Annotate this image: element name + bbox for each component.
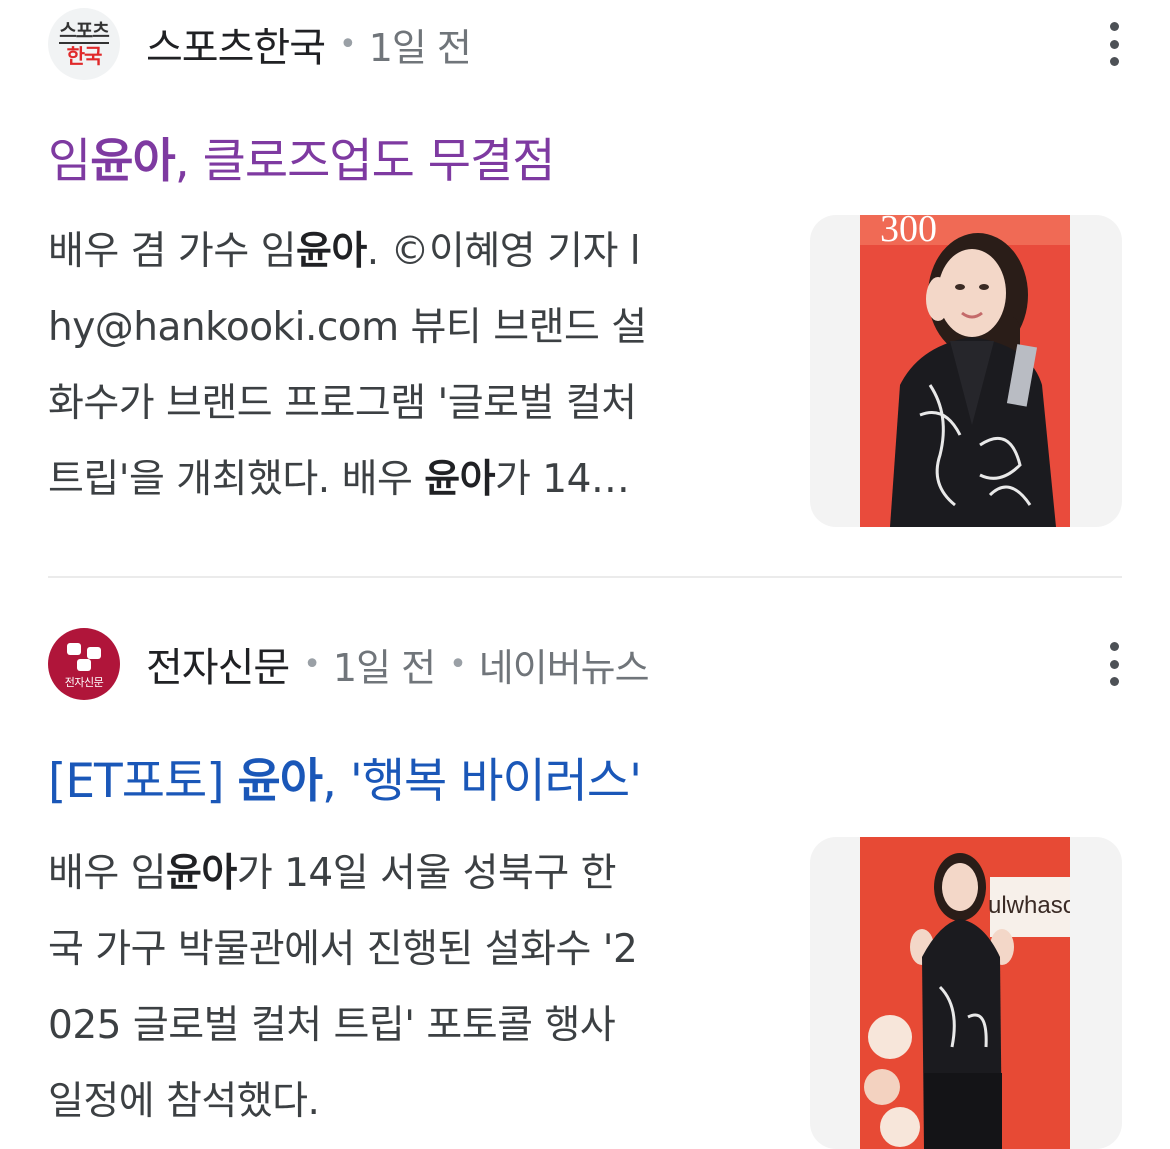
source-logo-etnews[interactable]: 전자신문 (48, 628, 120, 700)
headline-text: , 클로즈업도 무결점 (174, 134, 556, 189)
logo-text-top: 스포츠 (59, 20, 110, 44)
news-result-card[interactable]: 스포츠 한국 스포츠한국 • 1일 전 임윤아, 클로즈업도 무결점 배우 겸 … (0, 0, 1170, 578)
headline-link[interactable]: [ET포토] 윤아, '행복 바이러스' (48, 742, 1122, 811)
source-name[interactable]: 전자신문 (146, 635, 290, 693)
snippet-line: 트립'을 개최했다. 배우 윤아가 14… (48, 457, 630, 502)
news-result-card[interactable]: 전자신문 전자신문 • 1일 전 • 네이버뉴스 [ET포토] 윤아, '행복 … (0, 578, 1170, 1149)
meta-separator: • (449, 646, 467, 682)
snippet: 배우 임윤아가 14일 서울 성북구 한 국 가구 박물관에서 진행된 설화수 … (48, 836, 768, 1140)
source-row: 전자신문 전자신문 • 1일 전 • 네이버뉴스 (48, 628, 1122, 700)
source-logo-sportshankook[interactable]: 스포츠 한국 (48, 8, 120, 80)
headline-highlight: 윤아 (237, 754, 323, 809)
headline-text: 임 (48, 134, 91, 189)
aggregator-name[interactable]: 네이버뉴스 (479, 637, 650, 692)
source-row: 스포츠 한국 스포츠한국 • 1일 전 (48, 8, 1122, 80)
meta-separator: • (303, 646, 321, 682)
more-options-icon[interactable] (1106, 22, 1122, 66)
headline-text: , '행복 바이러스' (321, 754, 642, 809)
svg-text:300: 300 (880, 215, 937, 250)
snippet-line: hy@hankooki.com 뷰티 브랜드 설 (48, 305, 647, 350)
thumbnail-image[interactable]: 300 (810, 215, 1122, 527)
snippet-line: 일정에 참석했다. (48, 1079, 320, 1124)
source-name[interactable]: 스포츠한국 (146, 15, 326, 73)
publish-time: 1일 전 (368, 25, 472, 70)
etnews-mark-icon (67, 642, 101, 671)
snippet-line: 배우 임윤아가 14일 서울 성북구 한 (48, 851, 617, 896)
thumbnail-photo: 300 (860, 215, 1070, 527)
headline-link[interactable]: 임윤아, 클로즈업도 무결점 (48, 122, 1122, 191)
thumbnail-image[interactable]: ulwhaso (810, 837, 1122, 1149)
snippet-line: 국 가구 박물관에서 진행된 설화수 '2 (48, 927, 638, 972)
thumb-sign-text: ulwhaso (988, 892, 1070, 919)
logo-text-bottom: 한국 (66, 44, 103, 68)
more-options-icon[interactable] (1106, 642, 1122, 686)
meta-separator: • (339, 26, 357, 62)
thumbnail-photo: ulwhaso (860, 837, 1070, 1149)
snippet-line: 배우 겸 가수 임윤아. ©이혜영 기자 l (48, 229, 641, 274)
snippet-line: 025 글로벌 컬처 트립' 포토콜 행사 (48, 1003, 616, 1048)
logo-text: 전자신문 (64, 675, 104, 689)
snippet: 배우 겸 가수 임윤아. ©이혜영 기자 l hy@hankooki.com 뷰… (48, 214, 768, 518)
headline-highlight: 윤아 (90, 134, 175, 189)
headline-text: [ET포토] (48, 754, 238, 809)
publish-time: 1일 전 (332, 645, 436, 690)
snippet-line: 화수가 브랜드 프로그램 '글로벌 컬처 (48, 381, 637, 426)
